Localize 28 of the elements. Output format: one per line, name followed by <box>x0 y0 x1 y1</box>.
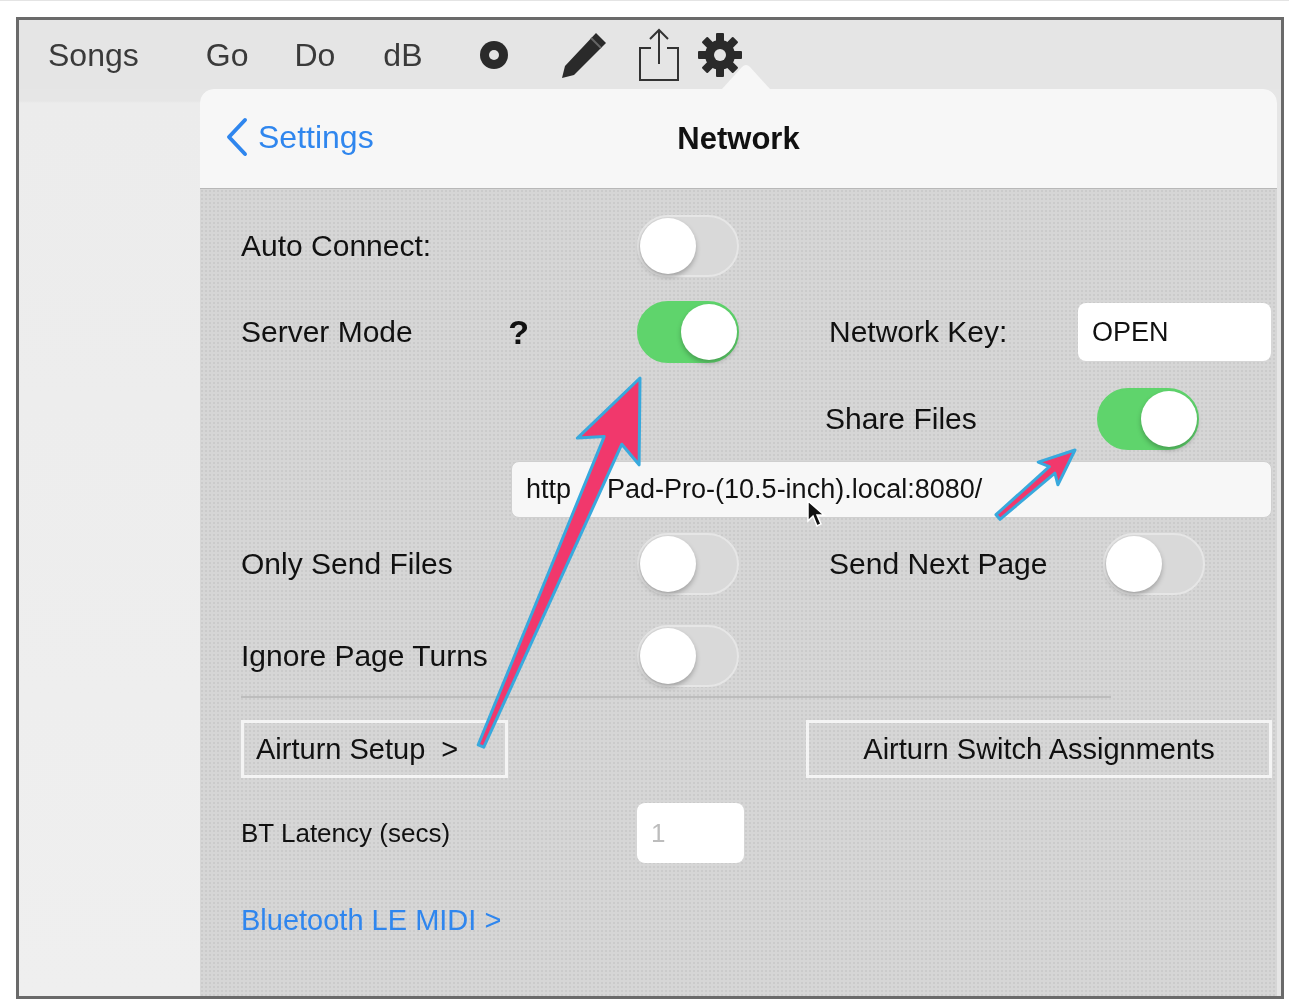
url-text: http <box>526 474 572 505</box>
network-key-field[interactable]: OPEN <box>1078 303 1271 361</box>
toolbar-item[interactable]: dB <box>383 38 423 71</box>
pencil-icon[interactable] <box>560 30 609 79</box>
navigation-title: Network <box>677 120 800 157</box>
airturn-switch-button[interactable]: Airturn Switch Assignments <box>806 720 1272 778</box>
record-icon[interactable] <box>479 39 510 70</box>
url-text: Pad-Pro-(10.5-inch).local:8080/ <box>607 474 983 505</box>
setting-label: Only Send Files <box>241 547 453 581</box>
chevron-left-icon <box>226 117 248 157</box>
airturn-setup-button[interactable]: Airturn Setup > <box>241 720 508 778</box>
help-button[interactable]: ? <box>508 312 529 352</box>
setting-label: Server Mode <box>241 315 413 349</box>
toggle-switch[interactable] <box>637 301 739 363</box>
toggle-switch[interactable] <box>1097 388 1199 450</box>
setting-label: Send Next Page <box>829 547 1048 581</box>
setting-label: Auto Connect: <box>241 229 432 263</box>
setting-label: Share Files <box>825 402 977 436</box>
toolbar-item[interactable]: Do <box>294 38 336 71</box>
toolbar-item[interactable]: Songs <box>48 38 139 71</box>
share-icon[interactable] <box>638 27 681 82</box>
toolbar-item[interactable]: Go <box>205 38 249 71</box>
latency-field[interactable]: 1 <box>637 803 744 863</box>
setting-label: Network Key: <box>829 315 1008 349</box>
setting-label: BT Latency (secs) <box>241 817 451 849</box>
url-field[interactable]: http Pad-Pro-(10.5-inch).local:8080/ <box>511 461 1272 518</box>
settings-icon[interactable] <box>697 31 744 78</box>
setting-label: Ignore Page Turns <box>241 639 488 673</box>
